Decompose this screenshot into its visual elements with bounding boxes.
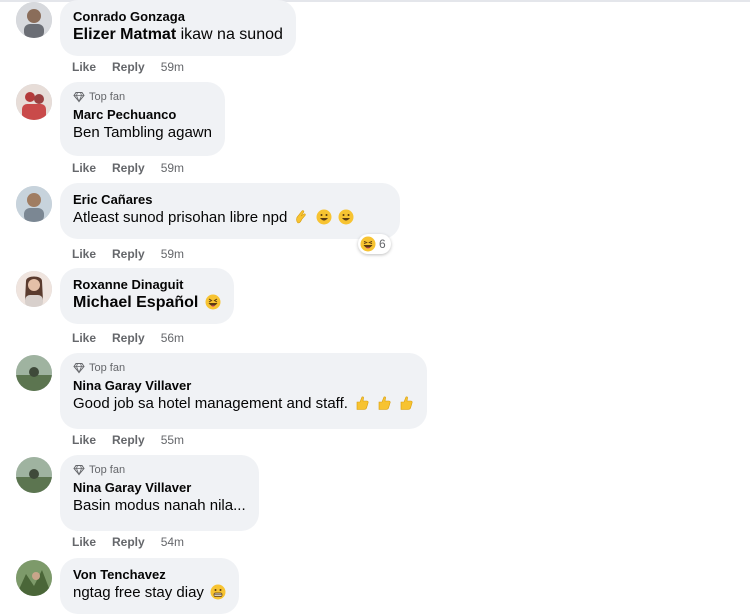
top-fan-badge: Top fan — [73, 90, 212, 104]
like-button[interactable]: Like — [72, 59, 96, 75]
crossed-fingers-icon — [296, 210, 307, 224]
comment-author[interactable]: Roxanne Dinaguit — [73, 276, 221, 293]
comment-timestamp[interactable]: 54m — [161, 534, 184, 550]
avatar-image — [16, 2, 52, 38]
diamond-icon — [73, 465, 85, 476]
comment-actions: Like Reply 55m — [72, 432, 184, 448]
thumbs-up-icon — [401, 396, 413, 410]
reaction-count: 6 — [379, 237, 386, 251]
like-button[interactable]: Like — [72, 330, 96, 346]
grinning-face-icon — [338, 209, 354, 225]
reply-button[interactable]: Reply — [112, 330, 145, 346]
laughing-reaction-icon — [360, 236, 376, 252]
comment-bubble: Eric Cañares Atleast sunod prisohan libr… — [60, 183, 400, 239]
comment-bubble: Roxanne Dinaguit Michael Español — [60, 268, 234, 324]
badge-label: Top fan — [89, 362, 126, 374]
avatar-image — [16, 355, 52, 391]
comment-text: ngtag free stay diay — [73, 583, 226, 603]
avatar-image — [16, 271, 52, 307]
comment-author[interactable]: Nina Garay Villaver — [73, 479, 246, 496]
reply-button[interactable]: Reply — [112, 432, 145, 448]
like-button[interactable]: Like — [72, 160, 96, 176]
comment-actions: Like Reply 59m — [72, 59, 184, 75]
avatar-image — [16, 457, 52, 493]
top-fan-badge: Top fan — [73, 463, 246, 477]
reply-button[interactable]: Reply — [112, 59, 145, 75]
comment-text: Michael Español — [73, 293, 221, 313]
comment-bubble: Conrado Gonzaga Elizer Matmat ikaw na su… — [60, 0, 296, 56]
comment-author[interactable]: Nina Garay Villaver — [73, 377, 414, 394]
comment-timestamp[interactable]: 55m — [161, 432, 184, 448]
mention-link[interactable]: Elizer Matmat — [73, 26, 176, 43]
avatar[interactable] — [16, 271, 52, 307]
reaction-summary[interactable]: 6 — [358, 234, 391, 254]
reply-button[interactable]: Reply — [112, 160, 145, 176]
comment-bubble: Von Tenchavez ngtag free stay diay — [60, 558, 240, 614]
comment-timestamp[interactable]: 56m — [161, 330, 184, 346]
grinning-face-icon — [316, 209, 332, 225]
top-fan-badge: Top fan — [73, 361, 414, 375]
avatar-image — [16, 560, 52, 596]
like-button[interactable]: Like — [72, 534, 96, 550]
comment-body: Atleast sunod prisohan libre npd — [73, 209, 288, 226]
comment-timestamp[interactable]: 59m — [161, 246, 184, 262]
like-button[interactable]: Like — [72, 246, 96, 262]
comment-bubble: Top fan Marc Pechuanco Ben Tambling agaw… — [60, 82, 225, 156]
mention-link[interactable]: Michael Español — [73, 294, 198, 311]
avatar-image — [16, 186, 52, 222]
like-button[interactable]: Like — [72, 432, 96, 448]
badge-label: Top fan — [89, 91, 126, 103]
comment-body: ngtag free stay diay — [73, 584, 204, 601]
reply-button[interactable]: Reply — [112, 534, 145, 550]
thumbs-up-icon — [378, 396, 391, 410]
avatar-image — [16, 84, 52, 120]
comment-actions: Like Reply 59m — [72, 160, 184, 176]
avatar[interactable] — [16, 355, 52, 391]
diamond-icon — [73, 92, 85, 103]
comment-actions: Like Reply 56m — [72, 330, 184, 346]
comment-actions: Like Reply 59m — [72, 246, 184, 262]
comment-body: Ben Tambling agawn — [73, 124, 212, 141]
comment-body: Good job sa hotel management and staff. — [73, 395, 348, 412]
avatar[interactable] — [16, 84, 52, 120]
comment-author[interactable]: Marc Pechuanco — [73, 106, 212, 123]
reply-button[interactable]: Reply — [112, 246, 145, 262]
comment-body: Basin modus nanah nila... — [73, 497, 246, 514]
comment-actions: Like Reply 54m — [72, 534, 184, 550]
avatar[interactable] — [16, 2, 52, 38]
diamond-icon — [73, 363, 85, 374]
comment-text: Atleast sunod prisohan libre npd — [73, 208, 387, 228]
laughing-tongue-face-icon — [205, 294, 221, 310]
avatar[interactable] — [16, 457, 52, 493]
avatar[interactable] — [16, 186, 52, 222]
comment-author[interactable]: Eric Cañares — [73, 191, 387, 208]
comment-bubble: Top fan Nina Garay Villaver Basin modus … — [60, 455, 259, 531]
comment-body: ikaw na sunod — [180, 26, 283, 43]
comment-bubble: Top fan Nina Garay Villaver Good job sa … — [60, 353, 428, 429]
comment-timestamp[interactable]: 59m — [161, 160, 184, 176]
grimacing-face-icon — [210, 584, 226, 600]
comment-author[interactable]: Conrado Gonzaga — [73, 8, 283, 25]
comment-author[interactable]: Von Tenchavez — [73, 566, 226, 583]
thumbs-up-icon — [356, 396, 369, 410]
badge-label: Top fan — [89, 464, 126, 476]
avatar[interactable] — [16, 560, 52, 596]
comment-text: Good job sa hotel management and staff. — [73, 394, 414, 414]
comment-timestamp[interactable]: 59m — [161, 59, 184, 75]
comment-text: Elizer Matmat ikaw na sunod — [73, 25, 283, 45]
